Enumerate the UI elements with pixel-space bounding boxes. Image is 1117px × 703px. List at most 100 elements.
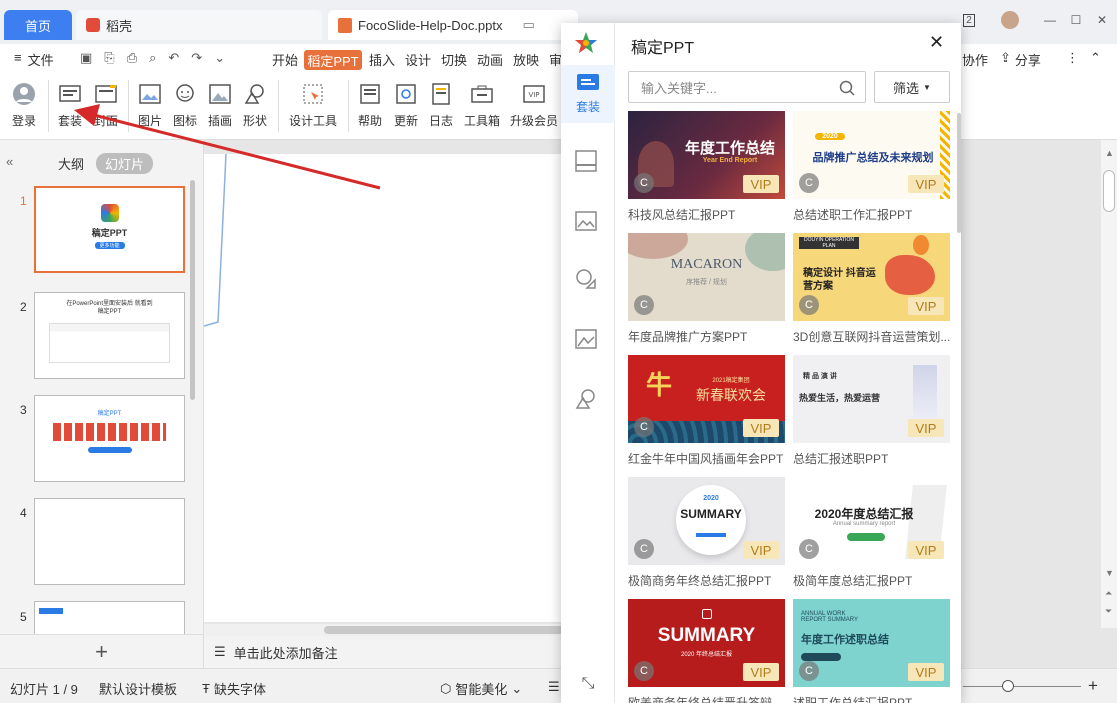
- template-caption: 极简商务年终总结汇报PPT: [628, 574, 772, 588]
- login-button[interactable]: 登录: [12, 82, 36, 129]
- template-subtitle: ANNUAL WORK REPORT SUMMARY: [801, 611, 859, 623]
- more-icon[interactable]: ⋮: [1066, 50, 1079, 66]
- slide-thumbnail-5[interactable]: [34, 601, 185, 634]
- shape-icon[interactable]: [574, 387, 602, 415]
- template-card[interactable]: SUMMARY 2020 年终总结汇报 VIP C 欧美商务年终总结晋升答辩...: [628, 599, 785, 703]
- next-slide-icon[interactable]: ⏷: [1105, 606, 1112, 617]
- user-avatar[interactable]: [996, 8, 1024, 32]
- cover-icon[interactable]: [574, 149, 602, 177]
- close-window-icon[interactable]: ✕: [1088, 8, 1116, 32]
- tab-document[interactable]: FocoSlide-Help-Doc.pptx ▭: [328, 10, 578, 40]
- slide-3-button-graphic: [87, 447, 132, 453]
- scroll-down-icon[interactable]: ▼: [1105, 568, 1114, 578]
- maximize-icon[interactable]: ☐: [1062, 8, 1090, 32]
- template-caption: 红金牛年中国风插画年会PPT: [628, 452, 784, 466]
- template-thumbnail: 2020 SUMMARY VIP C: [628, 477, 785, 565]
- template-title: 年度工作总结: [684, 140, 775, 157]
- slide-thumbnail-2[interactable]: 在PowerPoint里面安装后 就看到稿定PPT: [34, 292, 185, 379]
- panel-scrollbar[interactable]: [957, 113, 961, 233]
- close-panel-icon[interactable]: ✕: [929, 32, 944, 53]
- horizontal-scroll-thumb[interactable]: [324, 626, 564, 634]
- slide-panel-scrollbar[interactable]: [190, 180, 195, 400]
- template-caption: 欧美商务年终总结晋升答辩...: [628, 696, 783, 703]
- notes-toggle-icon[interactable]: ☰: [548, 679, 560, 695]
- log-button[interactable]: 日志: [429, 82, 453, 129]
- template-card[interactable]: DOUYIN OPERATION PLAN 稿定设计 抖音运营方案 VIP C 3…: [793, 233, 950, 345]
- notes-area[interactable]: ☰ 单击此处添加备注: [204, 636, 561, 668]
- slide-thumbnail-3[interactable]: 稿定PPT: [34, 395, 185, 482]
- collapse-ribbon-icon[interactable]: ⌃: [1090, 50, 1101, 66]
- zoom-slider-handle[interactable]: [1002, 680, 1014, 692]
- missing-font[interactable]: Ŧ 缺失字体: [202, 679, 266, 698]
- template-card[interactable]: 精 品 演 讲 热爱生活，热爱运营 VIP 总结汇报述职PPT: [793, 355, 950, 467]
- scroll-up-icon[interactable]: ▲: [1105, 148, 1114, 158]
- beautify-icon: ⬡: [440, 680, 452, 696]
- preview-icon[interactable]: ⌕: [149, 50, 156, 66]
- tab-home[interactable]: 首页: [4, 10, 72, 40]
- window-layout-number: 2: [963, 13, 975, 27]
- prev-slide-icon[interactable]: ⏶: [1105, 588, 1112, 599]
- redo-icon[interactable]: ↷: [191, 50, 202, 66]
- update-label: 更新: [394, 114, 419, 128]
- menu-transition[interactable]: 切换: [441, 50, 467, 69]
- template-card[interactable]: 年度工作总结 Year End Report VIP C 科技风总结汇报PPT: [628, 111, 785, 223]
- slide-number: 1: [20, 194, 27, 208]
- hamburger-icon: ≡: [14, 50, 22, 65]
- zoom-slider[interactable]: [963, 686, 1081, 687]
- toolbox-button[interactable]: 工具箱: [464, 82, 500, 129]
- emoji-icon[interactable]: [574, 267, 602, 295]
- design-template[interactable]: 默认设计模板: [99, 679, 177, 698]
- collapse-panel-icon[interactable]: «: [6, 154, 13, 169]
- missing-font-label: 缺失字体: [213, 682, 266, 697]
- template-card[interactable]: ANNUAL WORK REPORT SUMMARY 年度工作述职总结 VIP C…: [793, 599, 950, 703]
- template-card[interactable]: 2020 品牌推广总结及未来规划 VIP C 总结述职工作汇报PPT: [793, 111, 950, 223]
- template-title: 热爱生活，热爱运营: [799, 394, 881, 404]
- menu-collaborate[interactable]: 协作: [962, 50, 988, 69]
- template-card[interactable]: 2020 SUMMARY VIP C 极简商务年终总结汇报PPT: [628, 477, 785, 589]
- slide-counter: 幻灯片 1 / 9: [10, 682, 78, 697]
- slide-page[interactable]: [204, 154, 561, 622]
- picture-icon[interactable]: [574, 209, 602, 237]
- menu-file[interactable]: ≡ 文件: [14, 50, 54, 69]
- template-card[interactable]: 牛 2021稿定集团 新春联欢会 VIP C 红金牛年中国风插画年会PPT: [628, 355, 785, 467]
- add-slide-button[interactable]: +: [0, 634, 203, 668]
- illustration-icon[interactable]: [574, 327, 602, 355]
- tab-daoke[interactable]: 稻壳: [76, 10, 322, 40]
- copyright-icon: C: [634, 295, 654, 315]
- menu-animation[interactable]: 动画: [477, 50, 503, 69]
- collapse-panel-icon[interactable]: ⤡: [574, 675, 602, 703]
- print-icon[interactable]: ⎙: [127, 50, 137, 66]
- login-label: 登录: [12, 114, 37, 128]
- slide-3-graphic: [53, 423, 166, 441]
- chevron-down-icon[interactable]: ⌄: [214, 50, 225, 66]
- zoom-in-icon[interactable]: +: [1088, 676, 1098, 696]
- template-card[interactable]: MACARON 序推荐 / 规划 C 年度品牌推广方案PPT: [628, 233, 785, 345]
- template-subtitle: 2020 年终总结汇报: [680, 652, 732, 658]
- upgrade-vip-button[interactable]: VIP 升级会员: [510, 82, 558, 129]
- menu-slideshow[interactable]: 放映: [513, 50, 539, 69]
- rail-suite[interactable]: 套装: [561, 65, 615, 123]
- search-icon[interactable]: [839, 80, 855, 96]
- update-button[interactable]: 更新: [394, 82, 418, 129]
- menu-start[interactable]: 开始: [272, 50, 298, 69]
- filter-button[interactable]: 筛选 ▼: [874, 71, 950, 103]
- search-input[interactable]: 输入关键字...: [628, 71, 866, 103]
- slide-thumbnail-1[interactable]: 稿定PPT 更多功能: [34, 186, 185, 273]
- smart-beautify[interactable]: ⬡ 智能美化 ⌄: [440, 679, 522, 698]
- paste-icon[interactable]: ⎘: [104, 50, 114, 66]
- template-subtitle: Annual summary report: [832, 521, 896, 527]
- menu-design[interactable]: 设计: [405, 50, 431, 69]
- slide-2-screenshot: [49, 322, 170, 363]
- vertical-scrollbar[interactable]: ▲ ▼ ⏶ ⏷: [1101, 140, 1117, 628]
- vertical-scroll-thumb[interactable]: [1103, 170, 1115, 212]
- slide-thumbnail-4[interactable]: [34, 498, 185, 585]
- template-card[interactable]: 2020年度总结汇报 Annual summary report VIP C 极简…: [793, 477, 950, 589]
- horizontal-scrollbar[interactable]: [204, 624, 564, 636]
- menu-insert[interactable]: 插入: [369, 50, 395, 69]
- menu-share[interactable]: ⇪ 分享: [1000, 50, 1041, 69]
- save-icon[interactable]: ▣: [80, 50, 92, 66]
- menu-gaoding-ppt[interactable]: 稻定PPT: [304, 50, 362, 70]
- monitor-icon[interactable]: ▭: [523, 17, 535, 33]
- minimize-icon[interactable]: —: [1036, 8, 1064, 32]
- undo-icon[interactable]: ↶: [168, 50, 179, 66]
